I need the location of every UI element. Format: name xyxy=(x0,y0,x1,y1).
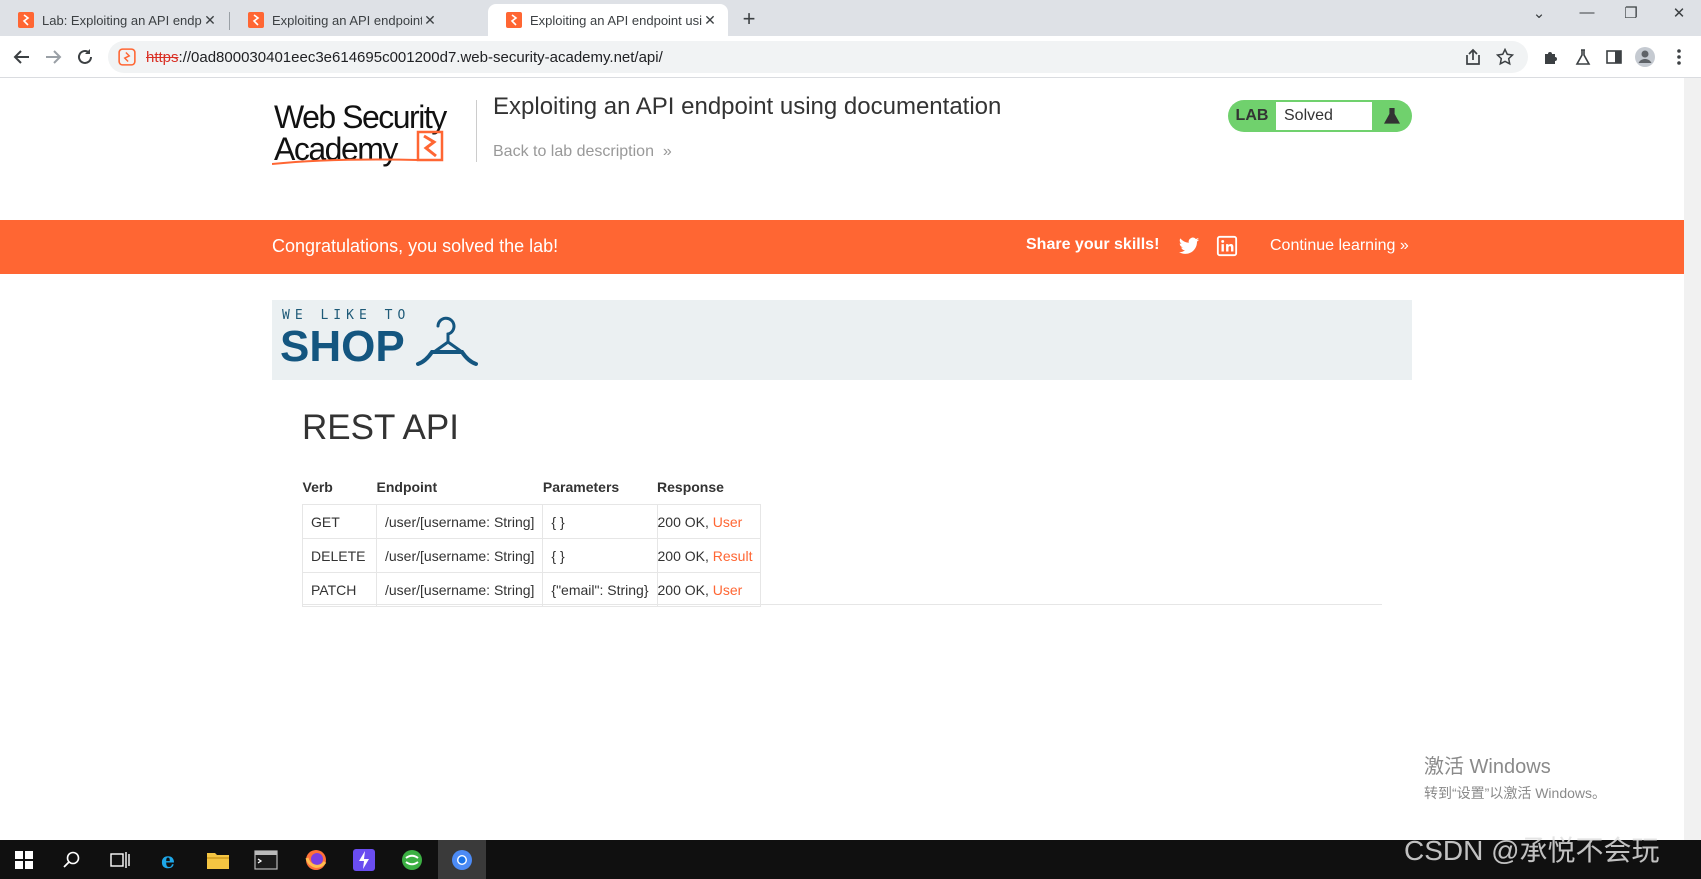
endpoint-cell: /user/[username: String] xyxy=(375,572,544,607)
hanger-icon xyxy=(416,316,478,366)
task-view-icon[interactable] xyxy=(96,840,144,879)
header-divider xyxy=(476,100,477,162)
tab-search-chevron-down-icon[interactable]: ⌄ xyxy=(1524,4,1554,22)
verb-cell: DELETE xyxy=(302,538,377,573)
response-user-link[interactable]: User xyxy=(713,514,743,530)
search-icon[interactable] xyxy=(48,840,96,879)
windows-activation-watermark: 激活 Windows 转到“设置”以激活 Windows。 xyxy=(1424,750,1606,803)
close-icon[interactable]: ✕ xyxy=(422,12,438,29)
chrome-icon[interactable] xyxy=(438,840,486,879)
browser-toolbar: https://0ad800030401eec3e614695c001200d7… xyxy=(0,36,1701,78)
share-your-skills-label: Share your skills! xyxy=(1026,236,1160,253)
verb-cell: PATCH xyxy=(302,572,377,607)
side-panel-icon[interactable] xyxy=(1603,46,1625,68)
column-header-endpoint: Endpoint xyxy=(376,479,438,495)
continue-learning-link[interactable]: Continue learning » xyxy=(1270,237,1409,255)
close-window-icon[interactable]: ✕ xyxy=(1664,4,1694,22)
response-cell: 200 OK, User xyxy=(656,504,762,539)
internet-explorer-icon[interactable]: e xyxy=(146,840,194,879)
parameters-cell: {"email": String} xyxy=(542,572,658,607)
page-viewport: Web Security Academy Exploiting an API e… xyxy=(0,78,1684,840)
csdn-watermark: CSDN @承悦不会玩 xyxy=(1404,835,1660,866)
web-security-academy-logo[interactable]: Web Security Academy xyxy=(272,98,472,168)
extensions-puzzle-icon[interactable] xyxy=(1540,46,1562,68)
burp-suite-icon[interactable] xyxy=(340,840,388,879)
back-arrow-icon[interactable] xyxy=(9,44,35,70)
lab-label: LAB xyxy=(1235,107,1269,124)
restore-window-icon[interactable]: ❐ xyxy=(1616,4,1646,22)
forward-arrow-icon[interactable] xyxy=(40,44,66,70)
svg-text:e: e xyxy=(161,848,175,872)
linkedin-icon[interactable] xyxy=(1216,235,1238,257)
lab-solved-banner: Congratulations, you solved the lab! Sha… xyxy=(0,220,1684,274)
tab-api-docs[interactable]: Exploiting an API endpoint using documen… xyxy=(488,4,728,36)
api-endpoints-table: Verb Endpoint Parameters Response GET /u… xyxy=(302,472,762,607)
column-header-parameters: Parameters xyxy=(542,479,620,495)
double-chevron-right-icon: » xyxy=(658,143,672,160)
lab-flask-extension-icon[interactable] xyxy=(1572,46,1594,68)
green-app-icon[interactable] xyxy=(388,840,436,879)
table-header-row: Verb Endpoint Parameters Response xyxy=(303,472,761,505)
tab-title: Lab: Exploiting an API endpoint using do… xyxy=(42,12,202,28)
address-bar[interactable]: https://0ad800030401eec3e614695c001200d7… xyxy=(108,41,1528,73)
shop-header: WE LIKE TO SHOP xyxy=(272,300,1412,380)
windows-start-icon[interactable] xyxy=(0,840,48,879)
parameters-cell: { } xyxy=(542,538,658,573)
column-header-response: Response xyxy=(657,479,724,495)
shop-tagline: WE LIKE TO xyxy=(282,308,411,323)
lab-status-text: Solved xyxy=(1276,102,1372,130)
flask-icon xyxy=(1372,107,1412,125)
terminal-icon[interactable] xyxy=(242,840,290,879)
shop-logo-text: SHOP xyxy=(280,322,405,371)
browser-menu-icon[interactable] xyxy=(1668,46,1690,68)
table-row[interactable]: PATCH /user/[username: String] {"email":… xyxy=(302,572,762,607)
endpoint-cell: /user/[username: String] xyxy=(375,504,544,539)
web-security-academy-favicon-icon xyxy=(506,12,522,28)
new-tab-plus-icon[interactable]: + xyxy=(737,6,761,32)
table-row[interactable]: DELETE /user/[username: String] { } 200 … xyxy=(302,538,762,573)
share-icon[interactable] xyxy=(1462,46,1484,68)
minimize-icon[interactable]: — xyxy=(1572,4,1602,21)
response-cell: 200 OK, Result xyxy=(656,538,762,573)
watermark-line-2: 转到“设置”以激活 Windows。 xyxy=(1424,785,1607,801)
firefox-icon[interactable] xyxy=(292,840,340,879)
vertical-scrollbar[interactable] xyxy=(1684,78,1701,840)
web-security-academy-favicon-icon xyxy=(18,12,34,28)
response-user-link[interactable]: User xyxy=(713,582,743,598)
tab-lab-site[interactable]: Exploiting an API endpoint using documen… xyxy=(230,4,448,36)
watermark-line-1: 激活 Windows xyxy=(1424,756,1551,778)
table-row[interactable]: GET /user/[username: String] { } 200 OK,… xyxy=(302,504,762,539)
congratulations-message: Congratulations, you solved the lab! xyxy=(272,236,559,256)
double-chevron-right-icon: » xyxy=(1395,237,1409,254)
browser-tab-bar: Lab: Exploiting an API endpoint using do… xyxy=(0,0,1701,36)
lab-title: Exploiting an API endpoint using documen… xyxy=(493,93,1002,120)
profile-avatar-icon[interactable] xyxy=(1634,46,1656,68)
site-info-favicon-icon[interactable] xyxy=(118,48,136,66)
api-page-title: REST API xyxy=(302,408,459,447)
bookmark-star-icon[interactable] xyxy=(1494,46,1516,68)
close-icon[interactable]: ✕ xyxy=(202,12,218,29)
verb-cell: GET xyxy=(302,504,377,539)
svg-text:Web Security: Web Security xyxy=(274,99,447,135)
response-cell: 200 OK, User xyxy=(656,572,762,607)
response-result-link[interactable]: Result xyxy=(713,548,753,564)
table-divider xyxy=(302,604,1382,605)
tab-title: Exploiting an API endpoint using documen… xyxy=(530,12,702,28)
back-to-lab-description-link[interactable]: Back to lab description » xyxy=(493,143,672,161)
close-icon[interactable]: ✕ xyxy=(702,12,718,29)
reload-icon[interactable] xyxy=(72,44,98,70)
file-explorer-icon[interactable] xyxy=(194,840,242,879)
endpoint-cell: /user/[username: String] xyxy=(375,538,544,573)
web-security-academy-favicon-icon xyxy=(248,12,264,28)
tab-lab-description[interactable]: Lab: Exploiting an API endpoint using do… xyxy=(0,4,228,36)
column-header-verb: Verb xyxy=(302,479,333,495)
lab-status-widget: LAB Solved xyxy=(1228,100,1412,132)
url-text: https://0ad800030401eec3e614695c001200d7… xyxy=(146,48,663,66)
tab-title: Exploiting an API endpoint using documen… xyxy=(272,12,422,28)
parameters-cell: { } xyxy=(542,504,658,539)
twitter-icon[interactable] xyxy=(1178,235,1200,257)
